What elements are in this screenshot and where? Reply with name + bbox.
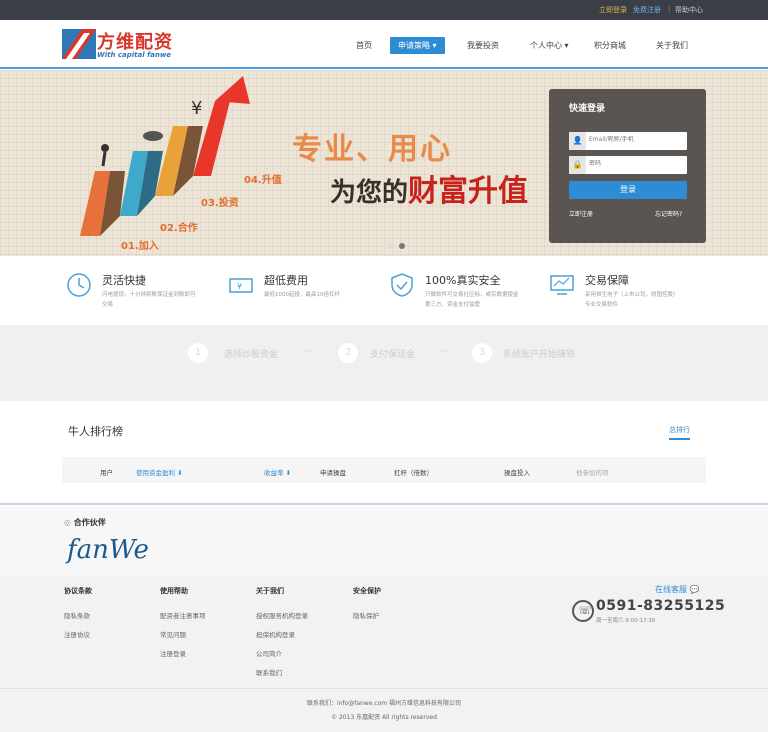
chat-bubble-icon: 💬	[689, 585, 700, 594]
top-bar: 立即登录 免费注册 | 帮助中心	[0, 0, 768, 20]
phone-icon: ☏	[572, 600, 594, 622]
footer-link[interactable]: 授权服务机构登录	[256, 610, 308, 620]
footer-link[interactable]: 隐私保护	[353, 610, 379, 620]
login-link[interactable]: 立即登录	[599, 5, 627, 15]
logo-icon[interactable]	[62, 29, 96, 59]
contact-info: 联系我们：info@fanwe.com 福州方维信息科技有限公司	[306, 700, 462, 707]
arrow-right-icon: →	[304, 347, 312, 357]
username-input[interactable]	[589, 136, 679, 143]
password-input[interactable]	[589, 160, 679, 167]
footer-link[interactable]: 注册协议	[64, 629, 90, 639]
col-investment[interactable]: 操盘投入	[504, 467, 530, 477]
svg-text:¥: ¥	[237, 282, 242, 291]
feature-title: 超低费用	[264, 274, 308, 287]
divider	[0, 688, 768, 689]
forgot-password-link[interactable]: 忘记密码?	[655, 209, 682, 218]
slogan-highlight: 财富升值	[408, 174, 529, 209]
service-phone: 0591-83255125	[596, 598, 726, 614]
step-label: 支付保证金	[370, 350, 416, 360]
register-link[interactable]: 免费注册	[633, 5, 661, 15]
feature-title: 100%真实安全	[425, 274, 501, 287]
slogan-prefix: 为您的	[330, 178, 409, 208]
nav-about[interactable]: 关于我们	[656, 40, 688, 51]
money-icon: ¥	[229, 278, 253, 293]
arrow-right-icon: →	[440, 347, 448, 357]
footer-link[interactable]: 注册登录	[160, 648, 186, 658]
login-button[interactable]: 登录	[569, 181, 687, 199]
footer-link[interactable]: 隐私条款	[64, 610, 90, 620]
nav-points-mall[interactable]: 积分商城	[594, 40, 626, 51]
monitor-icon	[550, 275, 574, 295]
footer-link[interactable]: 常见问题	[160, 629, 186, 639]
footer-col-title: 关于我们	[256, 587, 284, 595]
footer-col-title: 安全保护	[353, 587, 381, 595]
partners-section: ◎ 合作伙伴 fanWe	[0, 507, 768, 576]
col-yield[interactable]: 收益率 ⬇	[264, 467, 291, 477]
banner-step-4: 04.升值	[244, 175, 282, 186]
divider: |	[668, 5, 671, 13]
col-projects[interactable]: 他参加的项	[576, 467, 609, 477]
banner-slogan-2: 为您的财富升值	[330, 166, 528, 210]
step-label: 系统账户开始赚钱	[503, 350, 576, 360]
online-service-label: 在线客服	[655, 585, 687, 594]
footer-link[interactable]: 公司简介	[256, 648, 282, 658]
copyright: © 2013 东凰配资 All rights reserved	[331, 714, 437, 721]
lock-icon: 🔒	[569, 156, 586, 174]
col-user[interactable]: 用户	[100, 467, 113, 477]
username-field[interactable]: 👤	[569, 132, 687, 150]
clock-icon	[67, 273, 91, 297]
shield-check-icon	[391, 273, 413, 297]
circle-icon: ◎	[64, 518, 71, 527]
step-number: 3	[472, 343, 492, 363]
quick-login-panel: 快速登录 👤 🔒 登录 立即注册 忘记密码?	[549, 89, 706, 243]
register-now-link[interactable]: 立即注册	[569, 209, 593, 218]
partners-title-label: 合作伙伴	[73, 518, 106, 527]
features-section: 灵活快捷 闪电提现，十分钟到账保证金到账即可交易 ¥ 超低费用 最低1000起投…	[0, 258, 768, 324]
nav-invest[interactable]: 我要投资	[467, 40, 499, 51]
feature-desc: 只做软件可交易社区标，或实数据使金第三方，资金支付监管	[425, 292, 519, 308]
partners-title: ◎ 合作伙伴	[64, 517, 106, 528]
feature-title: 灵活快捷	[102, 274, 146, 287]
carousel-dot-2[interactable]	[399, 243, 405, 249]
password-field[interactable]: 🔒	[569, 156, 687, 174]
col-leverage[interactable]: 杠杆（倍数）	[394, 467, 433, 477]
nav-apply-strategy[interactable]: 申请策略 ▾	[390, 37, 445, 54]
banner-slogan-1: 专业、用心	[292, 132, 452, 167]
col-apply[interactable]: 申请操盘	[320, 467, 346, 477]
partner-logo-fanwe[interactable]: fanWe	[67, 535, 149, 565]
step-number: 2	[338, 343, 358, 363]
banner-step-2: 02.合作	[160, 223, 198, 234]
footer: 协议条款 隐私条款 注册协议 使用帮助 配资者注意事项 常见问题 注册登录 关于…	[0, 576, 768, 732]
logo-subtitle: With capital fanwe	[97, 51, 172, 59]
help-center-link[interactable]: 帮助中心	[675, 5, 703, 15]
feature-desc: 闪电提现，十分钟到账保证金到账即可交易	[102, 292, 196, 308]
footer-link[interactable]: 担保机构登录	[256, 629, 295, 639]
banner-step-3: 03.投资	[201, 198, 239, 209]
service-hours: 周一至周六 9:00-17:30	[596, 618, 656, 624]
carousel-dot-1[interactable]	[388, 243, 394, 249]
footer-col-title: 协议条款	[64, 587, 92, 595]
login-title: 快速登录	[569, 104, 606, 114]
ranking-title: 牛人排行榜	[68, 425, 123, 438]
nav-home[interactable]: 首页	[356, 40, 372, 51]
footer-col-title: 使用帮助	[160, 587, 188, 595]
process-steps: 1 选择炒股资金 → 2 支付保证金 → 3 系统账户开始赚钱	[0, 325, 768, 401]
online-service-link[interactable]: 在线客服 💬	[655, 584, 700, 595]
svg-text:¥: ¥	[191, 98, 202, 119]
ranking-table-header: 用户 使用资金盈利 ⬇ 收益率 ⬇ 申请操盘 杠杆（倍数） 操盘投入 他参加的项	[62, 457, 706, 483]
feature-title: 交易保障	[585, 274, 629, 287]
col-profit[interactable]: 使用资金盈利 ⬇	[136, 467, 183, 477]
step-label: 选择炒股资金	[224, 350, 279, 360]
ranking-section: 牛人排行榜 总排行 用户 使用资金盈利 ⬇ 收益率 ⬇ 申请操盘 杠杆（倍数） …	[0, 401, 768, 505]
footer-link[interactable]: 联系我们	[256, 667, 282, 677]
user-icon: 👤	[569, 132, 586, 150]
feature-desc: 最低1000起投，最高10倍杠杆	[264, 292, 340, 298]
header: 方维配资 With capital fanwe 首页 申请策略 ▾ 我要投资 个…	[0, 20, 768, 69]
nav-user-center[interactable]: 个人中心 ▾	[530, 40, 569, 51]
step-number: 1	[188, 343, 208, 363]
feature-desc: 采用恒生电子（上市公司，财国控股）专业交易软件	[585, 292, 679, 308]
all-ranking-tab[interactable]: 总排行	[669, 425, 690, 440]
banner-step-1: 01.加入	[121, 241, 159, 252]
footer-link[interactable]: 配资者注意事项	[160, 610, 206, 620]
